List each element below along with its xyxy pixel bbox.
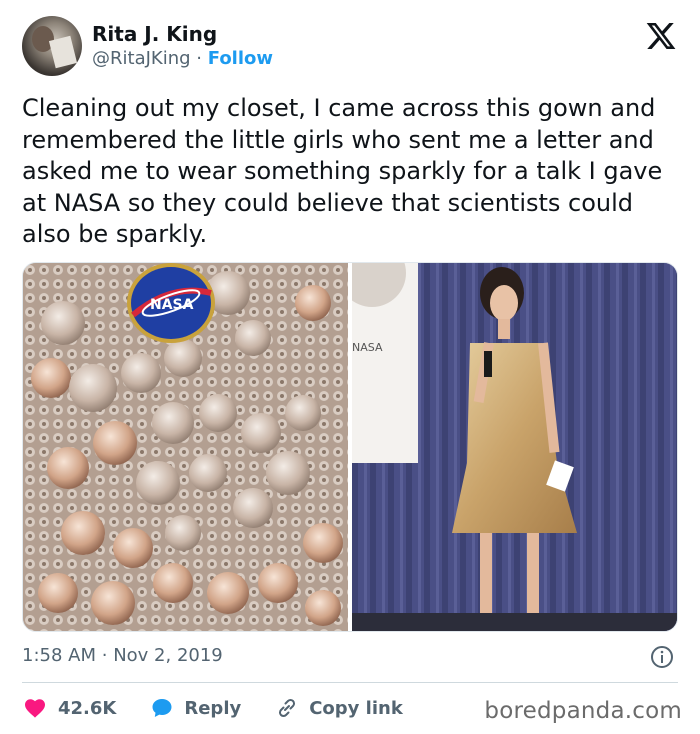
link-icon bbox=[279, 698, 296, 718]
copy-link-button[interactable]: Copy link bbox=[275, 696, 403, 720]
copy-link-label: Copy link bbox=[309, 697, 403, 719]
likes-count: 42.6K bbox=[58, 697, 117, 719]
tweet-date: Nov 2, 2019 bbox=[113, 645, 223, 666]
sign-text: NASA bbox=[352, 341, 383, 354]
reply-bubble-icon bbox=[152, 699, 172, 717]
nasa-pin-icon: NASA bbox=[127, 263, 215, 343]
sequin-illustration: NASA bbox=[23, 263, 348, 631]
like-button[interactable]: 42.6K bbox=[22, 696, 116, 720]
author-handle-row: @RitaJKing · Follow bbox=[92, 48, 273, 69]
reply-label: Reply bbox=[184, 697, 242, 719]
author-name[interactable]: Rita J. King bbox=[92, 22, 217, 46]
speaker-illustration: NASA bbox=[352, 263, 677, 631]
x-logo-icon[interactable] bbox=[644, 20, 678, 52]
info-icon[interactable] bbox=[650, 645, 674, 669]
tweet-media[interactable]: NASA NASA bbox=[22, 262, 678, 632]
svg-text:NASA: NASA bbox=[150, 297, 194, 313]
heart-icon bbox=[25, 699, 45, 718]
divider bbox=[22, 682, 678, 683]
tweet-time: 1:58 AM bbox=[22, 645, 96, 666]
avatar[interactable] bbox=[22, 16, 82, 76]
reply-button[interactable]: Reply bbox=[150, 696, 241, 720]
timestamp-separator: · bbox=[101, 645, 108, 666]
avatar-paper bbox=[48, 35, 78, 69]
tweet-timestamp[interactable]: 1:58 AM · Nov 2, 2019 bbox=[22, 645, 223, 666]
sequin-photo[interactable]: NASA bbox=[23, 263, 348, 631]
author-handle[interactable]: @RitaJKing bbox=[92, 48, 191, 69]
action-bar: 42.6K Reply Copy link bbox=[22, 694, 437, 722]
tweet-text: Cleaning out my closet, I came across th… bbox=[22, 94, 663, 248]
handle-separator: · bbox=[196, 48, 203, 69]
follow-button[interactable]: Follow bbox=[208, 48, 273, 69]
speaker-photo[interactable]: NASA bbox=[352, 263, 677, 631]
watermark: boredpanda.com bbox=[484, 698, 682, 724]
